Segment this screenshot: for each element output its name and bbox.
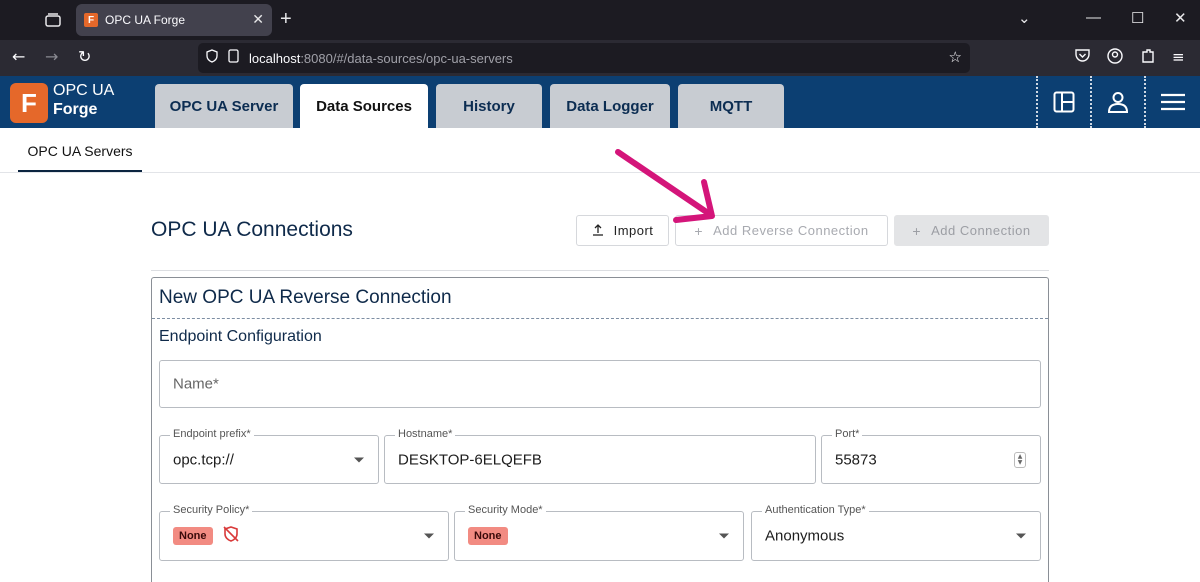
back-arrow-icon[interactable]: ← (12, 47, 25, 66)
authentication-type-label: Authentication Type* (762, 504, 869, 516)
upload-icon (592, 223, 604, 239)
maximize-icon[interactable]: ☐ (1131, 9, 1144, 27)
form-title-divider (152, 318, 1048, 319)
form-title: New OPC UA Reverse Connection (159, 287, 452, 308)
page-icon (228, 49, 239, 67)
endpoint-configuration-heading: Endpoint Configuration (159, 328, 322, 345)
url-path: :8080/#/data-sources/opc-ua-servers (300, 50, 513, 66)
import-label: Import (613, 223, 654, 238)
port-value: 55873 (835, 451, 877, 468)
browser-tab-title: OPC UA Forge (105, 13, 186, 27)
subtab-divider (0, 172, 1200, 173)
url-bar[interactable]: localhost:8080/#/data-sources/opc-ua-ser… (198, 43, 970, 73)
hamburger-menu-icon[interactable] (1144, 76, 1200, 128)
add-connection-button[interactable]: + Add Connection (894, 215, 1049, 246)
add-reverse-connection-label: Add Reverse Connection (713, 223, 869, 238)
chevron-down-icon (1016, 533, 1026, 539)
endpoint-prefix-label: Endpoint prefix* (170, 428, 254, 440)
security-policy-select[interactable]: Security Policy* None (159, 504, 449, 561)
logo-text-line2: Forge (53, 101, 98, 118)
shield-off-icon (222, 525, 240, 547)
browser-nav-bar: ← → ↻ localhost:8080/#/data-sources/opc-… (0, 40, 1200, 76)
tab-mqtt[interactable]: MQTT (678, 84, 784, 128)
name-placeholder: Name* (173, 375, 219, 393)
tab-list-chevron-icon[interactable]: ⌄ (1018, 9, 1031, 27)
plus-icon: + (694, 222, 704, 239)
extensions-icon[interactable] (1140, 48, 1156, 68)
forward-arrow-icon[interactable]: → (45, 47, 58, 66)
chevron-down-icon (354, 457, 364, 462)
browser-tab-active[interactable]: F OPC UA Forge ✕ (76, 4, 272, 36)
port-field[interactable]: Port* 55873 ▲ ▼ (821, 428, 1041, 484)
chevron-down-icon (424, 533, 434, 539)
url-host: localhost (249, 50, 301, 66)
bookmark-star-icon[interactable]: ☆ (949, 48, 962, 66)
new-tab-button[interactable]: + (280, 8, 292, 31)
authentication-type-select[interactable]: Authentication Type* Anonymous (751, 504, 1041, 561)
section-title: OPC UA Connections (151, 218, 353, 241)
tab-history[interactable]: History (436, 84, 542, 128)
security-mode-select[interactable]: Security Mode* None (454, 504, 744, 561)
layout-panel-icon[interactable] (1036, 76, 1090, 128)
user-icon[interactable] (1090, 76, 1144, 128)
tab-data-logger[interactable]: Data Logger (550, 84, 670, 128)
pocket-icon[interactable] (1075, 48, 1090, 66)
menu-icon[interactable]: ≡ (1172, 48, 1185, 66)
section-divider (151, 270, 1049, 271)
forge-logo-icon: F (10, 83, 48, 123)
logo-text-line1: OPC UA (53, 82, 115, 99)
chevron-down-icon (719, 533, 729, 539)
app-header: F OPC UA Forge OPC UA Server Data Source… (0, 76, 1200, 128)
forge-favicon-icon: F (84, 13, 98, 27)
name-field[interactable]: Name* (159, 360, 1041, 408)
endpoint-prefix-select[interactable]: Endpoint prefix* opc.tcp:// (159, 428, 379, 484)
import-button[interactable]: Import (576, 215, 669, 246)
hostname-value: DESKTOP-6ELQEFB (398, 451, 542, 468)
add-connection-label: Add Connection (931, 223, 1031, 238)
port-label: Port* (832, 428, 863, 440)
shield-icon (206, 49, 218, 67)
security-mode-label: Security Mode* (465, 504, 546, 516)
minimize-icon[interactable]: — (1086, 9, 1101, 26)
window-close-icon[interactable]: ✕ (1174, 9, 1187, 27)
tab-data-sources[interactable]: Data Sources (300, 84, 428, 128)
hostname-label: Hostname* (395, 428, 456, 440)
port-stepper[interactable]: ▲ ▼ (1014, 451, 1026, 468)
security-policy-label: Security Policy* (170, 504, 253, 516)
authentication-type-value: Anonymous (765, 527, 845, 545)
reload-icon[interactable]: ↻ (78, 47, 91, 66)
close-tab-icon[interactable]: ✕ (252, 12, 264, 28)
tab-manager-icon[interactable] (42, 10, 64, 30)
security-policy-badge: None (173, 527, 213, 545)
add-reverse-connection-button[interactable]: + Add Reverse Connection (675, 215, 888, 246)
security-mode-badge: None (468, 527, 508, 545)
plus-icon: + (912, 222, 922, 239)
tab-opc-ua-server[interactable]: OPC UA Server (155, 84, 293, 128)
browser-tab-strip: F OPC UA Forge ✕ + ⌄ — ☐ ✕ (0, 0, 1200, 40)
account-icon[interactable] (1107, 48, 1123, 68)
endpoint-prefix-value: opc.tcp:// (173, 451, 234, 468)
hostname-field[interactable]: Hostname* DESKTOP-6ELQEFB (384, 428, 816, 484)
subtab-opc-ua-servers[interactable]: OPC UA Servers (18, 132, 142, 172)
